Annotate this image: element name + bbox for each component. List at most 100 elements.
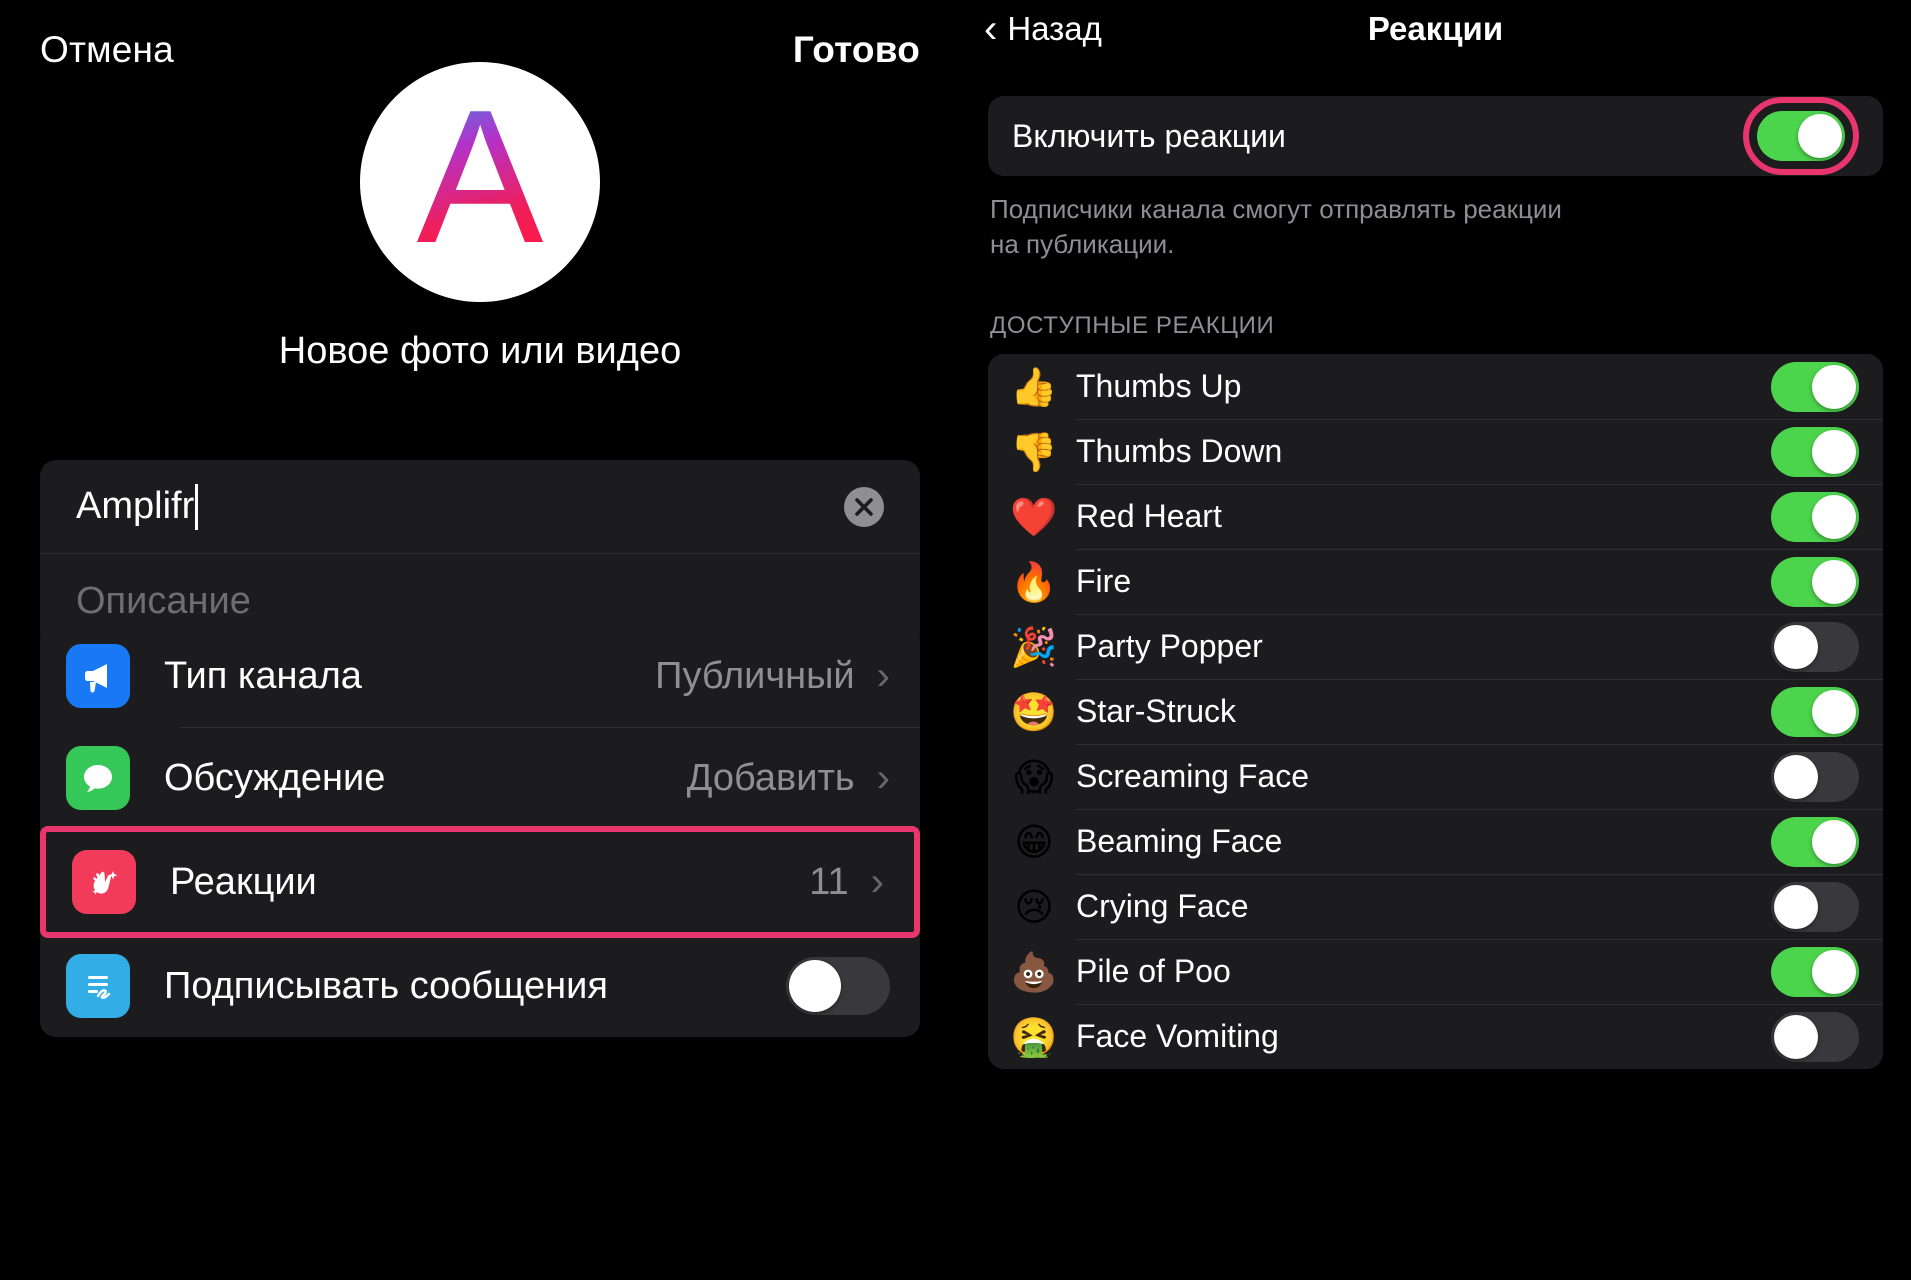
megaphone-icon xyxy=(66,644,130,708)
reaction-row[interactable]: 🤮 Face Vomiting xyxy=(988,1004,1883,1069)
chevron-right-icon: › xyxy=(870,860,884,904)
toggle-knob xyxy=(1774,1014,1818,1059)
screaming-face-emoji: 😱 xyxy=(1014,754,1054,799)
thumbs-down-emoji: 👎 xyxy=(1010,429,1058,474)
reactions-pane: ‹ Назад Реакции Включить реакции Подписч… xyxy=(960,0,1911,1280)
reaction-row[interactable]: 👎 Thumbs Down xyxy=(988,419,1883,484)
reaction-row[interactable]: 😁 Beaming Face xyxy=(988,809,1883,874)
channel-description-placeholder: Описание xyxy=(76,579,251,622)
app-screen: Отмена Готово A Новое фото или видео Amp… xyxy=(0,0,1911,1280)
reaction-name: Star-Struck xyxy=(1076,693,1237,730)
setting-label-sign-messages: Подписывать сообщения xyxy=(164,964,608,1007)
toggle-knob xyxy=(1812,819,1856,864)
toggle-knob xyxy=(1812,949,1856,994)
reaction-toggle[interactable] xyxy=(1771,881,1859,932)
fire-emoji: 🔥 xyxy=(1010,559,1058,604)
text-caret xyxy=(195,483,199,530)
page-title: Реакции xyxy=(1367,10,1504,47)
sign-messages-toggle[interactable] xyxy=(786,957,890,1015)
reaction-name: Thumbs Down xyxy=(1076,433,1283,470)
reaction-toggle[interactable] xyxy=(1771,816,1859,867)
channel-name-value: Amplifr xyxy=(76,485,195,527)
red-heart-emoji: ❤️ xyxy=(1010,494,1058,539)
face-vomiting-emoji: 🤮 xyxy=(1010,1014,1058,1059)
reaction-row[interactable]: 🤩 Star-Struck xyxy=(988,679,1883,744)
setting-row-channel-type[interactable]: Тип канала Публичный › xyxy=(40,625,920,727)
toggle-knob xyxy=(1812,559,1856,604)
beaming-face-emoji: 😁 xyxy=(1014,819,1054,864)
enable-reactions-highlight-ring xyxy=(1743,97,1859,175)
toggle-knob xyxy=(1812,364,1856,409)
avatar-letter-a-icon: A xyxy=(417,71,544,283)
reaction-toggle[interactable] xyxy=(1771,491,1859,542)
reaction-name: Red Heart xyxy=(1076,498,1222,535)
back-button-label: Назад xyxy=(1007,10,1102,47)
toggle-knob xyxy=(1812,429,1856,474)
reaction-row[interactable]: 💩 Pile of Poo xyxy=(988,939,1883,1004)
clear-circle-icon[interactable] xyxy=(844,486,884,527)
toggle-knob xyxy=(1798,114,1842,158)
chevron-left-icon: ‹ xyxy=(984,7,998,51)
setting-row-reactions[interactable]: Реакции 11 › xyxy=(40,826,920,938)
reaction-name: Beaming Face xyxy=(1076,823,1283,860)
back-button[interactable]: ‹ Назад xyxy=(984,9,1102,49)
toggle-knob xyxy=(1774,754,1818,799)
reaction-name: Crying Face xyxy=(1076,888,1249,925)
done-button[interactable]: Готово xyxy=(793,29,920,71)
new-photo-label[interactable]: Новое фото или видео xyxy=(0,330,960,373)
enable-reactions-label: Включить реакции xyxy=(1012,117,1286,154)
reaction-name: Screaming Face xyxy=(1076,758,1309,795)
enable-reactions-toggle[interactable] xyxy=(1757,111,1845,161)
reaction-row[interactable]: 🔥 Fire xyxy=(988,549,1883,614)
reaction-toggle[interactable] xyxy=(1771,1011,1859,1062)
setting-value-discussion: Добавить xyxy=(686,756,855,799)
reaction-toggle[interactable] xyxy=(1771,946,1859,997)
available-reactions-header: ДОСТУПНЫЕ РЕАКЦИИ xyxy=(990,312,1275,340)
setting-label-discussion: Обсуждение xyxy=(164,756,386,799)
reaction-name: Pile of Poo xyxy=(1076,953,1231,990)
reaction-row[interactable]: 🎉 Party Popper xyxy=(988,614,1883,679)
enable-reactions-card: Включить реакции xyxy=(988,96,1883,176)
crying-face-emoji: 😢 xyxy=(1014,884,1054,929)
available-reactions-list: 👍 Thumbs Up 👎 Thumbs Down ❤️ Red Heart 🔥 Fire 🎉 P… xyxy=(988,354,1883,1070)
channel-edit-pane: Отмена Готово A Новое фото или видео Amp… xyxy=(0,0,960,1280)
clapping-hands-icon xyxy=(72,850,136,914)
reaction-row[interactable]: 😱 Screaming Face xyxy=(988,744,1883,809)
toggle-knob xyxy=(1774,884,1818,929)
cancel-button[interactable]: Отмена xyxy=(40,29,174,71)
reaction-toggle[interactable] xyxy=(1771,556,1859,607)
setting-value-reactions-count: 11 xyxy=(809,860,849,903)
reaction-row[interactable]: 👍 Thumbs Up xyxy=(988,354,1883,419)
reaction-toggle[interactable] xyxy=(1771,426,1859,477)
pile-of-poo-emoji: 💩 xyxy=(1010,949,1058,994)
reaction-row[interactable]: 😢 Crying Face xyxy=(988,874,1883,939)
channel-name-field[interactable]: Amplifr xyxy=(40,460,920,554)
reaction-name: Thumbs Up xyxy=(1076,368,1242,405)
enable-reactions-footnote: Подписчики канала смогут отправлять реак… xyxy=(990,194,1562,260)
setting-row-sign-messages[interactable]: Подписывать сообщения xyxy=(40,935,920,1037)
chevron-right-icon: › xyxy=(876,756,890,800)
name-description-card: Amplifr Описание xyxy=(40,460,920,648)
party-popper-emoji: 🎉 xyxy=(1010,624,1058,669)
star-struck-emoji: 🤩 xyxy=(1010,689,1058,734)
signature-icon xyxy=(66,954,130,1018)
toggle-knob xyxy=(1774,624,1818,669)
avatar-circle[interactable]: A xyxy=(360,62,600,302)
enable-reactions-row[interactable]: Включить реакции xyxy=(988,96,1883,176)
reaction-name: Fire xyxy=(1076,563,1132,600)
setting-value-channel-type: Публичный xyxy=(655,654,855,697)
reaction-toggle[interactable] xyxy=(1771,686,1859,737)
reaction-toggle[interactable] xyxy=(1771,621,1859,672)
chevron-right-icon: › xyxy=(876,654,890,698)
reaction-toggle[interactable] xyxy=(1771,361,1859,412)
reaction-toggle[interactable] xyxy=(1771,751,1859,802)
toggle-knob xyxy=(1812,494,1856,539)
right-nav-bar: ‹ Назад Реакции xyxy=(960,0,1911,58)
thumbs-up-emoji: 👍 xyxy=(1010,364,1058,409)
setting-row-discussion[interactable]: Обсуждение Добавить › xyxy=(40,727,920,829)
toggle-knob xyxy=(1812,689,1856,734)
reaction-row[interactable]: ❤️ Red Heart xyxy=(988,484,1883,549)
svg-text:A: A xyxy=(417,71,544,283)
chat-bubble-icon xyxy=(66,746,130,810)
avatar[interactable]: A xyxy=(360,62,600,302)
